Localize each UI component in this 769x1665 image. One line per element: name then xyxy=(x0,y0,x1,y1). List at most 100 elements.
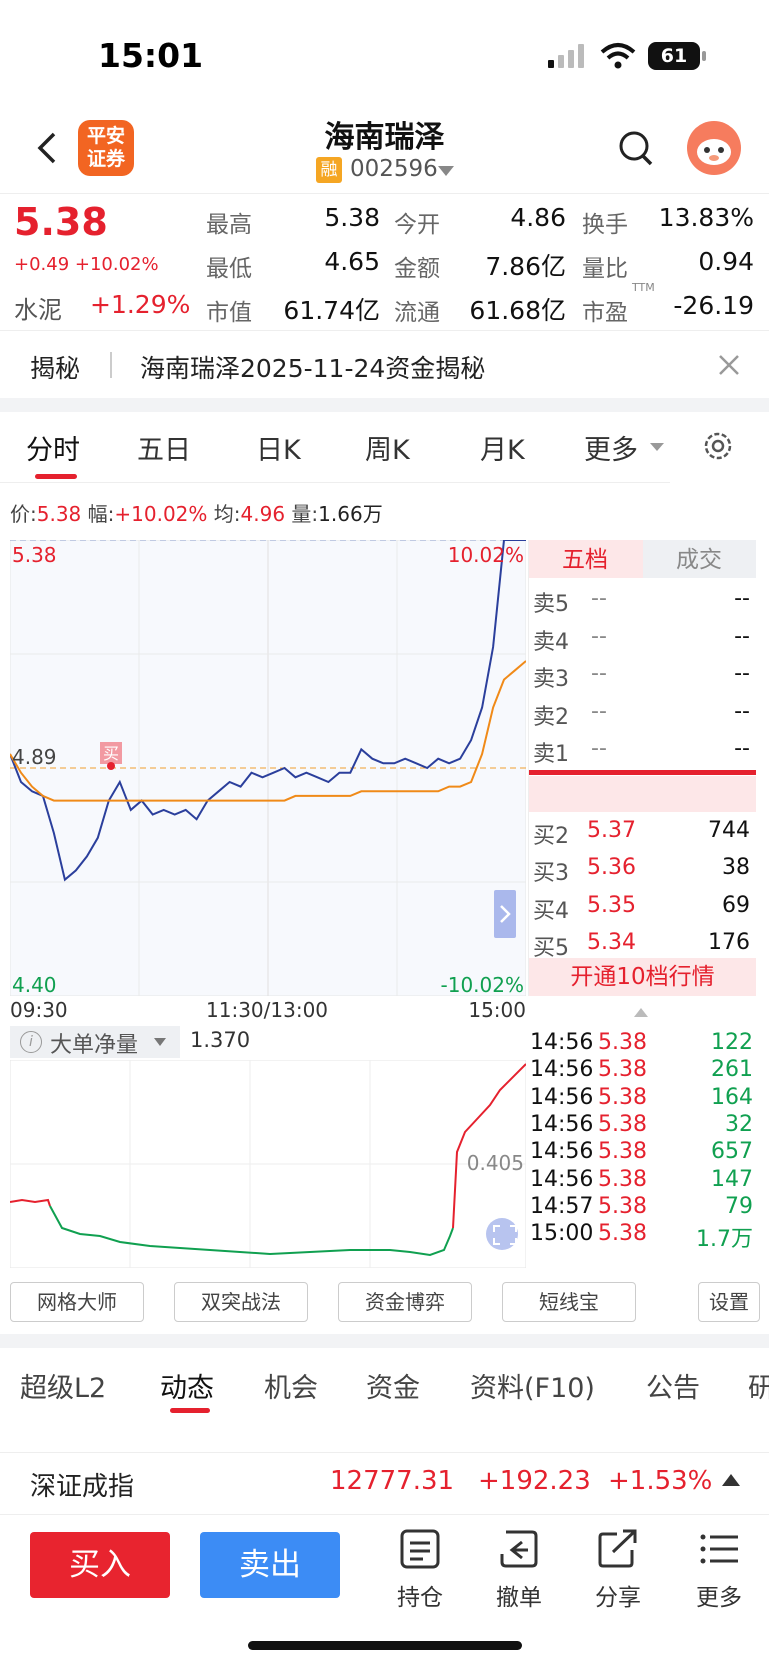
ask-row[interactable]: 卖5 -- -- xyxy=(533,582,752,618)
ask-row[interactable]: 卖4 -- -- xyxy=(533,620,752,656)
search-icon[interactable] xyxy=(616,128,656,168)
tab-daily-k[interactable]: 日K xyxy=(256,428,301,467)
ask-row[interactable]: 卖3 -- -- xyxy=(533,657,752,693)
tool-capital-game[interactable]: 资金博弈 xyxy=(338,1282,472,1322)
back-icon[interactable] xyxy=(28,128,68,168)
intraday-chart[interactable]: 5.38 4.89 4.40 10.02% -10.02% 买 xyxy=(10,540,526,996)
ask-row[interactable]: 卖2 -- -- xyxy=(533,695,752,731)
tab-monthly-k[interactable]: 月K xyxy=(480,428,525,467)
tool-grid-master[interactable]: 网格大师 xyxy=(10,1282,144,1322)
settings-icon[interactable] xyxy=(700,428,736,464)
more-label[interactable]: 更多 xyxy=(679,1578,759,1612)
book-divider xyxy=(529,770,756,775)
quote-label-float: 流通 xyxy=(394,300,440,326)
cancel-order-label[interactable]: 撤单 xyxy=(479,1578,559,1612)
sector-label[interactable]: 水泥 xyxy=(14,290,62,325)
info-icon[interactable]: i xyxy=(20,1031,42,1053)
level-price: -- xyxy=(591,698,607,724)
scroll-up-icon[interactable] xyxy=(634,1008,648,1017)
fullscreen-button[interactable] xyxy=(486,1218,518,1250)
trade-time: 14:57 xyxy=(530,1193,594,1219)
quote-value-mktcap: 61.74亿 xyxy=(283,296,380,325)
holdings-label[interactable]: 持仓 xyxy=(380,1578,460,1612)
trade-time: 14:56 xyxy=(530,1111,594,1137)
indicator-chart: 0.405 xyxy=(10,1060,526,1268)
trade-volume: 147 xyxy=(711,1166,753,1192)
tab-f10[interactable]: 资料(F10) xyxy=(470,1366,595,1405)
level-volume: 744 xyxy=(708,817,750,843)
trade-time: 14:56 xyxy=(530,1057,594,1083)
bid-row[interactable]: 买4 5.35 69 xyxy=(533,889,752,925)
quote-label-amount: 金额 xyxy=(394,256,440,282)
stock-code[interactable]: 002596 xyxy=(350,156,438,182)
tab-weekly-k[interactable]: 周K xyxy=(365,428,410,467)
buy-button[interactable]: 买入 xyxy=(30,1532,170,1598)
bid-row[interactable]: 买2 5.37 744 xyxy=(533,814,752,850)
buy-point xyxy=(107,762,115,770)
indicator-name[interactable]: 大单净量 xyxy=(50,1027,138,1059)
mascot-icon xyxy=(697,139,731,165)
trade-price: 5.38 xyxy=(598,1166,647,1192)
sector-change[interactable]: +1.29% xyxy=(90,290,190,319)
holdings-icon[interactable] xyxy=(397,1528,443,1570)
code-dropdown-icon[interactable] xyxy=(438,166,454,176)
share-label[interactable]: 分享 xyxy=(578,1578,658,1612)
index-pct: +1.53% xyxy=(608,1466,713,1496)
level-label: 卖2 xyxy=(533,704,569,730)
quote-value-turnover: 13.83% xyxy=(658,203,754,232)
tab-research[interactable]: 研 xyxy=(748,1366,769,1405)
stat-price-label: 价: xyxy=(10,502,37,526)
tab-announcements[interactable]: 公告 xyxy=(646,1366,700,1405)
tab-5day[interactable]: 五日 xyxy=(137,428,191,467)
bid-row[interactable]: 买5 5.34 176 xyxy=(533,926,752,962)
level-label: 卖1 xyxy=(533,742,569,767)
level-volume: -- xyxy=(734,586,750,611)
level-label: 买2 xyxy=(533,823,569,849)
sell-button[interactable]: 卖出 xyxy=(200,1532,340,1598)
section-divider xyxy=(0,398,769,412)
tab-intraday[interactable]: 分时 xyxy=(26,428,80,467)
trade-price: 5.38 xyxy=(598,1030,647,1055)
quote-label-low: 最低 xyxy=(206,256,252,282)
tab-funds[interactable]: 资金 xyxy=(366,1366,420,1405)
quote-value-pe: -26.19 xyxy=(673,291,754,320)
tab-five-levels[interactable]: 五档 xyxy=(529,542,641,578)
tool-short-term[interactable]: 短线宝 xyxy=(502,1282,636,1322)
share-icon[interactable] xyxy=(595,1528,641,1570)
trade-volume: 1.7万 xyxy=(696,1227,753,1253)
tab-opportunity[interactable]: 机会 xyxy=(264,1366,318,1405)
trade-volume: 657 xyxy=(711,1139,753,1165)
cancel-order-icon[interactable] xyxy=(496,1528,542,1570)
stock-name[interactable]: 海南瑞泽 xyxy=(200,112,569,156)
tool-settings[interactable]: 设置 xyxy=(698,1282,760,1322)
tab-trades[interactable]: 成交 xyxy=(643,542,755,578)
level-price: 5.35 xyxy=(587,892,636,918)
expand-panel-button[interactable] xyxy=(494,890,516,938)
close-icon[interactable] xyxy=(716,352,742,378)
reveal-text[interactable]: 海南瑞泽2025-11-24资金揭秘 xyxy=(140,349,485,385)
bid-row[interactable]: 买3 5.36 38 xyxy=(533,851,752,887)
trade-row: 14:56 5.38 657 xyxy=(528,1139,755,1168)
indicator-panel: i 大单净量 1.370 0.405 xyxy=(10,1026,526,1268)
quote-label-open: 今开 xyxy=(394,212,440,238)
quote-label-mktcap: 市值 xyxy=(206,300,252,326)
avatar[interactable] xyxy=(687,121,741,175)
trade-row: 14:57 5.38 79 xyxy=(528,1194,755,1223)
tool-double-breakout[interactable]: 双突战法 xyxy=(174,1282,308,1322)
broker-logo-text: 平安 证券 xyxy=(86,125,125,170)
tab-news[interactable]: 动态 xyxy=(160,1366,214,1405)
stat-amp-label: 幅: xyxy=(87,502,115,526)
level-price: -- xyxy=(591,661,607,686)
ask-row[interactable]: 卖1 -- -- xyxy=(533,732,752,768)
trade-price: 5.38 xyxy=(598,1057,647,1083)
upgrade-10level-button[interactable]: 开通10档行情 xyxy=(529,958,756,996)
quote-label-high: 最高 xyxy=(206,212,252,238)
tab-more[interactable]: 更多 xyxy=(584,428,638,467)
more-menu-icon[interactable] xyxy=(696,1528,742,1570)
index-expand-icon[interactable] xyxy=(722,1474,740,1486)
trade-price: 5.38 xyxy=(598,1084,647,1110)
tab-super-l2[interactable]: 超级L2 xyxy=(20,1366,106,1405)
level-price: -- xyxy=(591,623,607,649)
indicator-dropdown-icon[interactable] xyxy=(154,1038,166,1046)
level-volume: -- xyxy=(734,661,750,686)
